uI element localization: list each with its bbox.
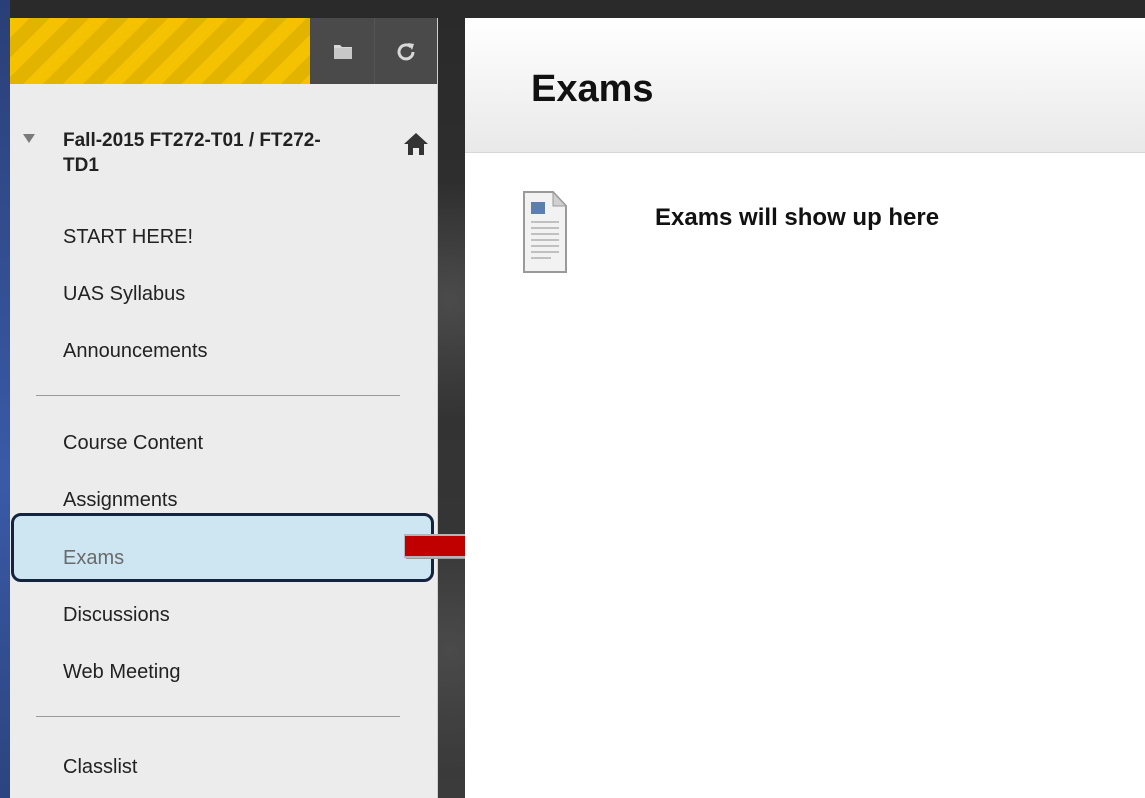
nav-item-classlist[interactable]: Classlist — [63, 756, 137, 779]
nav-item-start-here[interactable]: START HERE! — [63, 226, 193, 249]
course-title[interactable]: Fall-2015 FT272-T01 / FT272-TD1 — [63, 128, 333, 178]
sidebar-toolbar — [10, 18, 437, 84]
content-item-title[interactable]: Exams will show up here — [655, 204, 939, 232]
course-menu-sidebar: Fall-2015 FT272-T01 / FT272-TD1 START HE… — [10, 18, 438, 798]
nav-item-uas-syllabus[interactable]: UAS Syllabus — [63, 283, 185, 306]
refresh-icon — [397, 43, 415, 61]
sidebar-accent-stripe — [10, 18, 310, 84]
folder-icon — [334, 45, 352, 59]
nav-item-assignments[interactable]: Assignments — [63, 489, 178, 512]
left-edge-decoration — [0, 0, 10, 798]
home-icon[interactable] — [401, 128, 431, 158]
refresh-button[interactable] — [375, 18, 437, 84]
document-icon — [523, 190, 567, 273]
nav-item-exams-label[interactable]: Exams — [63, 547, 124, 570]
content-area: Exams Exams will show up here — [465, 18, 1145, 798]
nav-item-announcements[interactable]: Announcements — [63, 340, 208, 363]
page-title: Exams — [531, 68, 654, 110]
nav-item-discussions[interactable]: Discussions — [63, 604, 170, 627]
menu-divider — [36, 395, 400, 396]
nav-item-web-meeting[interactable]: Web Meeting — [63, 661, 180, 684]
nav-item-course-content[interactable]: Course Content — [63, 432, 203, 455]
folder-view-button[interactable] — [312, 18, 375, 84]
page-header: Exams — [465, 18, 1145, 153]
menu-divider — [36, 716, 400, 717]
collapse-caret-icon[interactable] — [23, 134, 35, 143]
